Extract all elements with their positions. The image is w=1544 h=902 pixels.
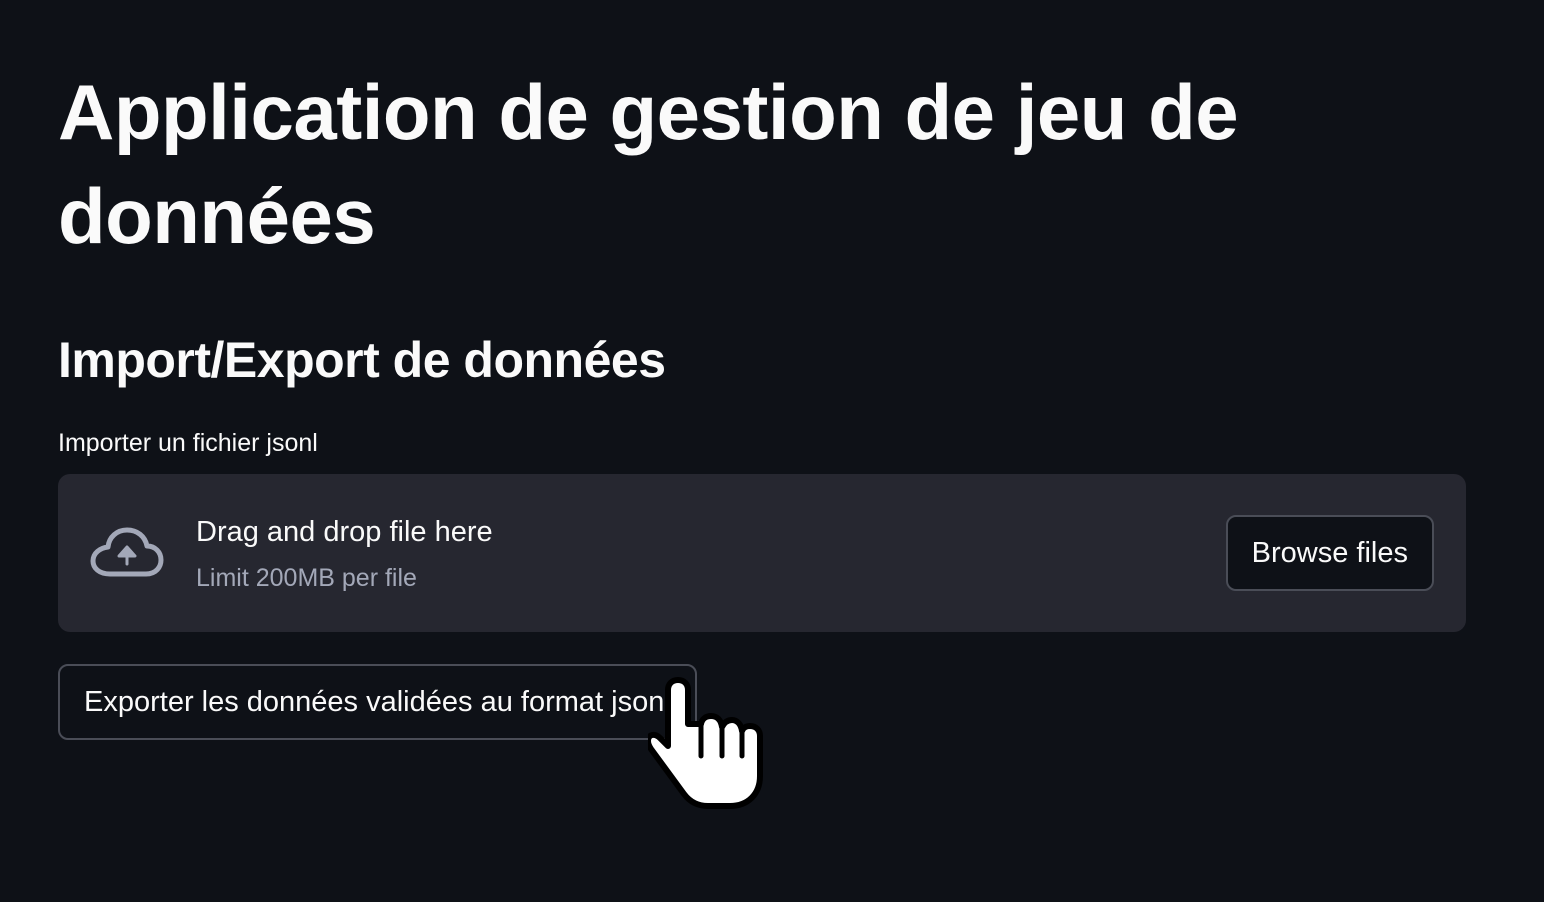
- main-content: Application de gestion de jeu de données…: [58, 60, 1466, 740]
- dropzone-instructions: Drag and drop file here: [196, 516, 493, 548]
- file-dropzone[interactable]: Drag and drop file here Limit 200MB per …: [58, 474, 1466, 632]
- page-title: Application de gestion de jeu de données: [58, 68, 1239, 260]
- export-jsonl-button[interactable]: Exporter les données validées au format …: [58, 664, 697, 740]
- file-uploader-label: Importer un fichier jsonl: [58, 429, 318, 457]
- app-page: Application de gestion de jeu de données…: [0, 0, 1544, 902]
- dropzone-limit: Limit 200MB per file: [196, 564, 417, 592]
- dropzone-text: Drag and drop file here Limit 200MB per …: [196, 512, 1226, 594]
- section-title: Import/Export de données: [58, 332, 666, 388]
- browse-files-button[interactable]: Browse files: [1225, 515, 1434, 591]
- cloud-upload-icon: [90, 527, 164, 577]
